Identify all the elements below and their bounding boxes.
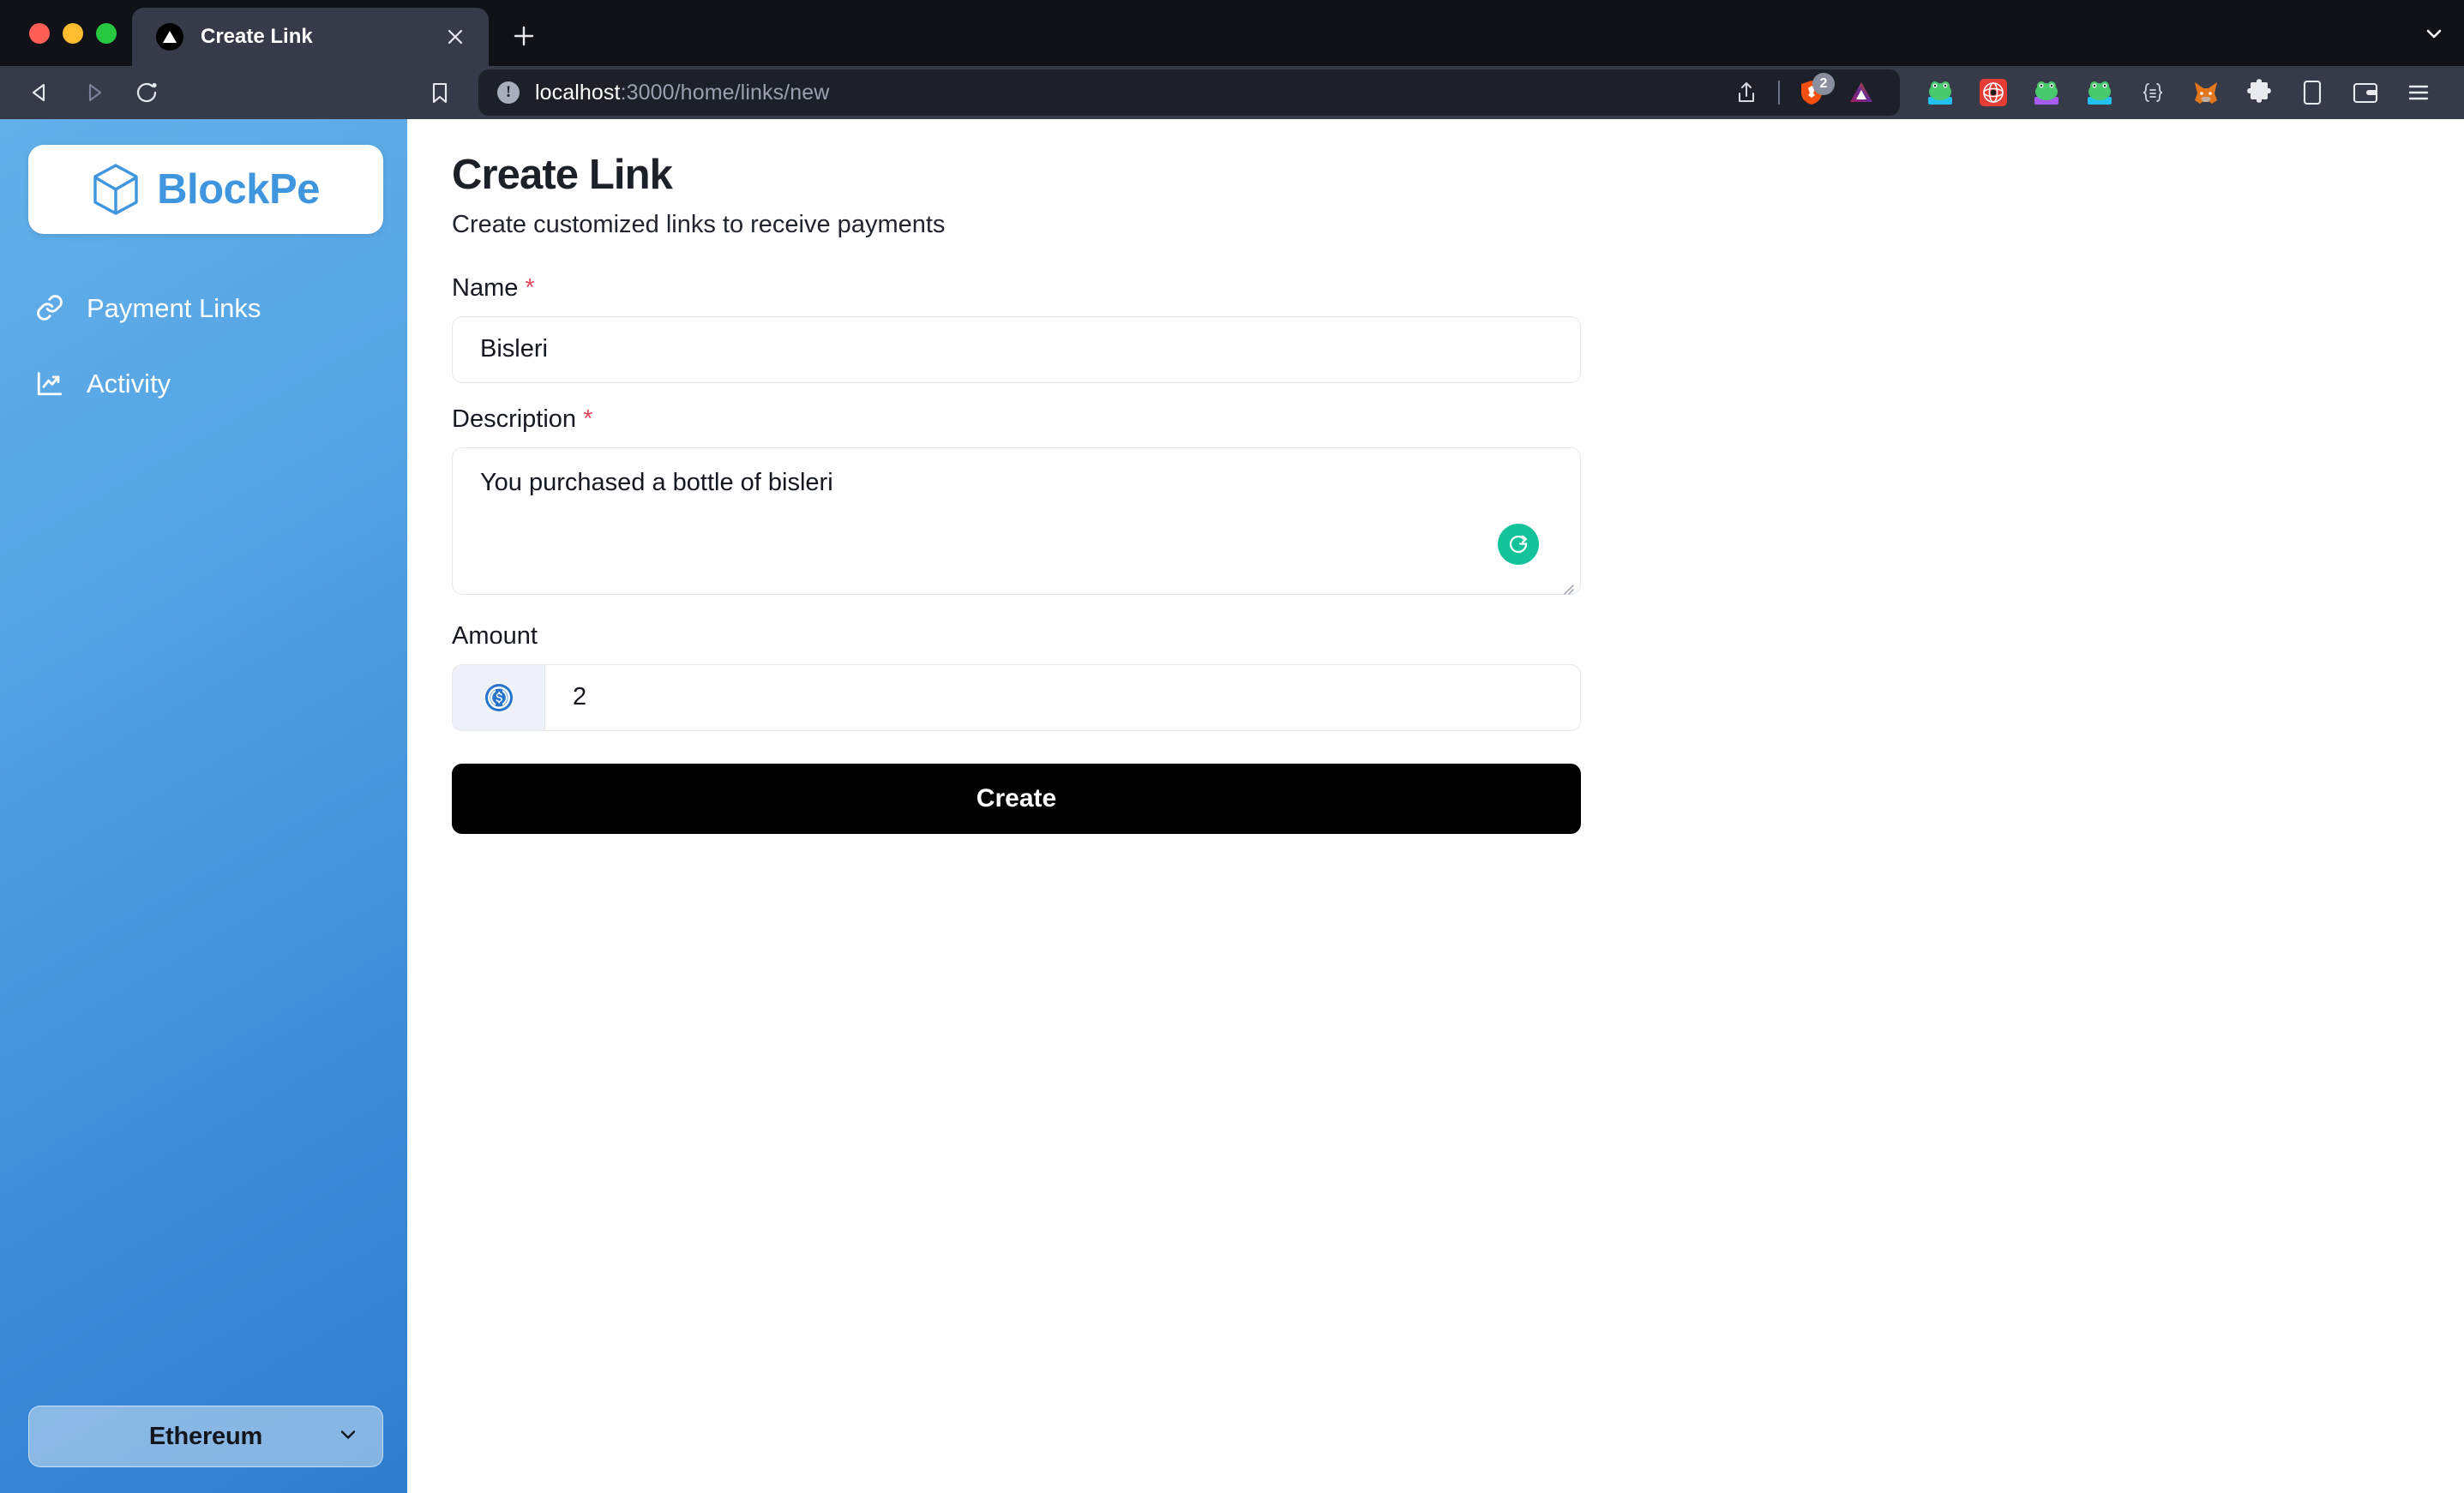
brave-shields-icon[interactable]: 2 (1787, 69, 1836, 116)
maximize-window-button[interactable] (96, 23, 117, 44)
phantom-frog-purple-icon[interactable] (2020, 66, 2073, 119)
chevron-down-icon (336, 1423, 360, 1451)
json-formatter-icon[interactable] (2126, 66, 2179, 119)
main-content: Create Link Create customized links to r… (407, 119, 2464, 1493)
description-label-text: Description (452, 405, 577, 433)
wallet-icon[interactable] (2339, 66, 2392, 119)
rabby-wallet-icon[interactable] (1967, 66, 2020, 119)
app-sidebar: BlockPe Payment Links Activity Ethereum (0, 119, 407, 1493)
grammarly-icon[interactable] (1498, 523, 1539, 565)
sidebar-item-label: Activity (87, 368, 171, 399)
name-label-text: Name (452, 273, 519, 302)
sidebar-item-payment-links[interactable]: Payment Links (35, 285, 383, 330)
resize-handle[interactable] (1558, 573, 1575, 595)
browser-chrome: Create Link ! localhost:3000/home/links/… (0, 0, 2464, 119)
close-icon[interactable] (441, 22, 470, 51)
tab-strip: Create Link (132, 0, 2464, 66)
url-address-bar[interactable]: ! localhost:3000/home/links/new 2 (478, 69, 1900, 116)
sidebar-item-label: Payment Links (87, 292, 261, 323)
shields-count-badge: 2 (1812, 73, 1835, 95)
page-content: BlockPe Payment Links Activity Ethereum (0, 119, 2464, 1493)
network-selector[interactable]: Ethereum (28, 1406, 383, 1467)
app-logo[interactable]: BlockPe (28, 145, 383, 234)
create-button[interactable]: Create (452, 763, 1581, 834)
chart-line-up-icon (35, 369, 64, 398)
toolbar-divider (1778, 81, 1780, 105)
required-asterisk: * (583, 405, 593, 433)
tab-title: Create Link (201, 25, 313, 48)
field-spacer (452, 595, 1581, 624)
close-window-button[interactable] (29, 23, 50, 44)
urlbar-actions: 2 (1722, 69, 1886, 116)
phantom-frog-cyan-icon[interactable] (2073, 66, 2126, 119)
name-input-value: Bisleri (480, 335, 548, 363)
field-name: Name * Bisleri (452, 273, 1581, 383)
usdc-coin-icon (453, 664, 545, 730)
page-subtitle: Create customized links to receive payme… (452, 210, 946, 238)
app-logo-text: BlockPe (157, 165, 320, 213)
browser-toolbar: ! localhost:3000/home/links/new 2 (0, 66, 2464, 119)
urlbar-container: ! localhost:3000/home/links/new 2 (173, 66, 1900, 119)
create-link-form: Name * Bisleri Description * You purchas… (452, 273, 1581, 834)
field-description: Description * You purchased a bottle of … (452, 405, 1581, 595)
cube-icon (93, 164, 138, 215)
amount-input[interactable]: 2 (545, 665, 1580, 730)
bookmark-icon[interactable] (413, 66, 466, 119)
sidebar-nav: Payment Links Activity (28, 285, 383, 405)
browser-tab-create-link[interactable]: Create Link (132, 8, 489, 66)
network-selector-value: Ethereum (148, 1422, 263, 1450)
description-textarea[interactable]: You purchased a bottle of bisleri (452, 447, 1581, 595)
forward-icon[interactable] (67, 66, 120, 119)
field-spacer (452, 383, 1581, 407)
window-traffic-lights (0, 23, 132, 66)
vercel-triangle-icon (156, 23, 183, 51)
chevron-down-icon[interactable] (2404, 0, 2464, 66)
amount-input-group: 2 (452, 663, 1581, 731)
new-tab-button[interactable] (497, 9, 550, 63)
name-input[interactable]: Bisleri (452, 315, 1581, 383)
browser-titlebar: Create Link (0, 0, 2464, 66)
not-secure-info-icon[interactable]: ! (497, 81, 520, 104)
minimize-window-button[interactable] (63, 23, 83, 44)
share-icon[interactable] (1722, 69, 1771, 116)
description-textarea-value: You purchased a bottle of bisleri (480, 468, 833, 496)
phantom-frog-blue-icon[interactable] (1914, 66, 1967, 119)
amount-input-value: 2 (573, 683, 587, 711)
url-text: localhost:3000/home/links/new (535, 81, 1706, 105)
browser-menu-icon[interactable] (2392, 66, 2445, 119)
extensions-row (1914, 66, 2445, 119)
url-host: localhost (535, 80, 621, 105)
link-icon (35, 293, 64, 322)
amount-label: Amount (452, 621, 538, 650)
create-button-label: Create (976, 783, 1057, 812)
sidebar-panel-icon[interactable] (2286, 66, 2339, 119)
name-label: Name * (452, 273, 1581, 302)
required-asterisk: * (525, 273, 535, 302)
back-icon[interactable] (14, 66, 67, 119)
field-amount: Amount 2 (452, 621, 1581, 731)
description-label: Description * (452, 405, 1581, 433)
page-title: Create Link (452, 152, 673, 198)
reload-icon[interactable] (120, 66, 173, 119)
sidebar-item-activity[interactable]: Activity (35, 361, 383, 405)
extensions-puzzle-icon[interactable] (2233, 66, 2286, 119)
brave-rewards-icon[interactable] (1836, 69, 1886, 116)
url-path: :3000/home/links/new (620, 80, 830, 105)
metamask-fox-icon[interactable] (2179, 66, 2233, 119)
